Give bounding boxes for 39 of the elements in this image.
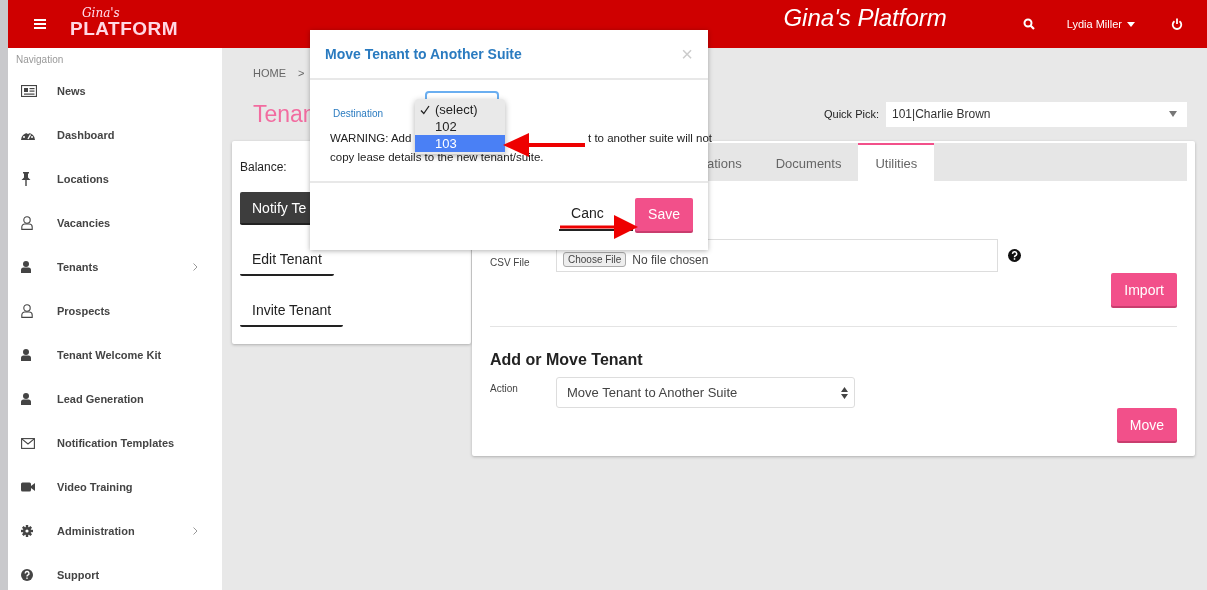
dropdown-option[interactable]: 103: [415, 135, 505, 152]
balance-label: Balance:: [240, 160, 287, 174]
logo-script-text: Gina's: [82, 6, 121, 19]
sidebar-item[interactable]: News: [8, 69, 222, 113]
tab[interactable]: Utilities: [858, 143, 935, 181]
dropdown-option[interactable]: 102: [415, 118, 505, 135]
sidebar-item[interactable]: Prospects: [8, 289, 222, 333]
tab[interactable]: Documents: [758, 143, 859, 181]
sidebar-item[interactable]: Support: [8, 553, 222, 590]
modal-title: Move Tenant to Another Suite: [325, 46, 522, 62]
sidebar-heading: Navigation: [15, 53, 65, 67]
sidebar-item[interactable]: Notification Templates: [8, 421, 222, 465]
destination-label: Destination: [333, 107, 385, 119]
breadcrumb-separator: >: [298, 67, 305, 81]
sidebar-item[interactable]: Locations: [8, 157, 222, 201]
warning-text: t to another suite will not: [588, 131, 712, 146]
action-select[interactable]: Move Tenant to Another Suite: [556, 377, 855, 408]
sidebar-item[interactable]: Video Training: [8, 465, 222, 509]
file-status-text: No file chosen: [632, 253, 709, 267]
sidebar-item[interactable]: Dashboard: [8, 113, 222, 157]
sidebar-item[interactable]: Tenant Welcome Kit: [8, 333, 222, 377]
quick-pick-label: Quick Pick:: [824, 108, 879, 120]
app-title: Gina's Platform: [783, 4, 947, 32]
breadcrumb-link[interactable]: HOME: [253, 67, 286, 81]
sidebar-item[interactable]: Tenants: [8, 245, 222, 289]
sidebar-item[interactable]: Administration: [8, 509, 222, 553]
choose-file-button[interactable]: Choose File: [563, 252, 627, 267]
logo-text: PLATFORM: [70, 18, 179, 38]
sidebar-item[interactable]: Lead Generation: [8, 377, 222, 421]
section-heading: Add or Move Tenant: [490, 351, 644, 369]
csv-file-label: CSV File: [490, 256, 531, 268]
warning-text: WARNING: Add: [330, 131, 412, 146]
user-menu[interactable]: Lydia Miller: [1066, 18, 1135, 30]
dropdown-option[interactable]: (select): [415, 101, 505, 118]
sidebar-item[interactable]: Vacancies: [8, 201, 222, 245]
warning-text: copy lease details to the new tenant/suite.: [330, 150, 544, 165]
action-label: Action: [490, 382, 519, 394]
tab[interactable]: ations: [690, 143, 759, 181]
quick-pick-select[interactable]: 101|Charlie Brown: [886, 101, 1187, 127]
